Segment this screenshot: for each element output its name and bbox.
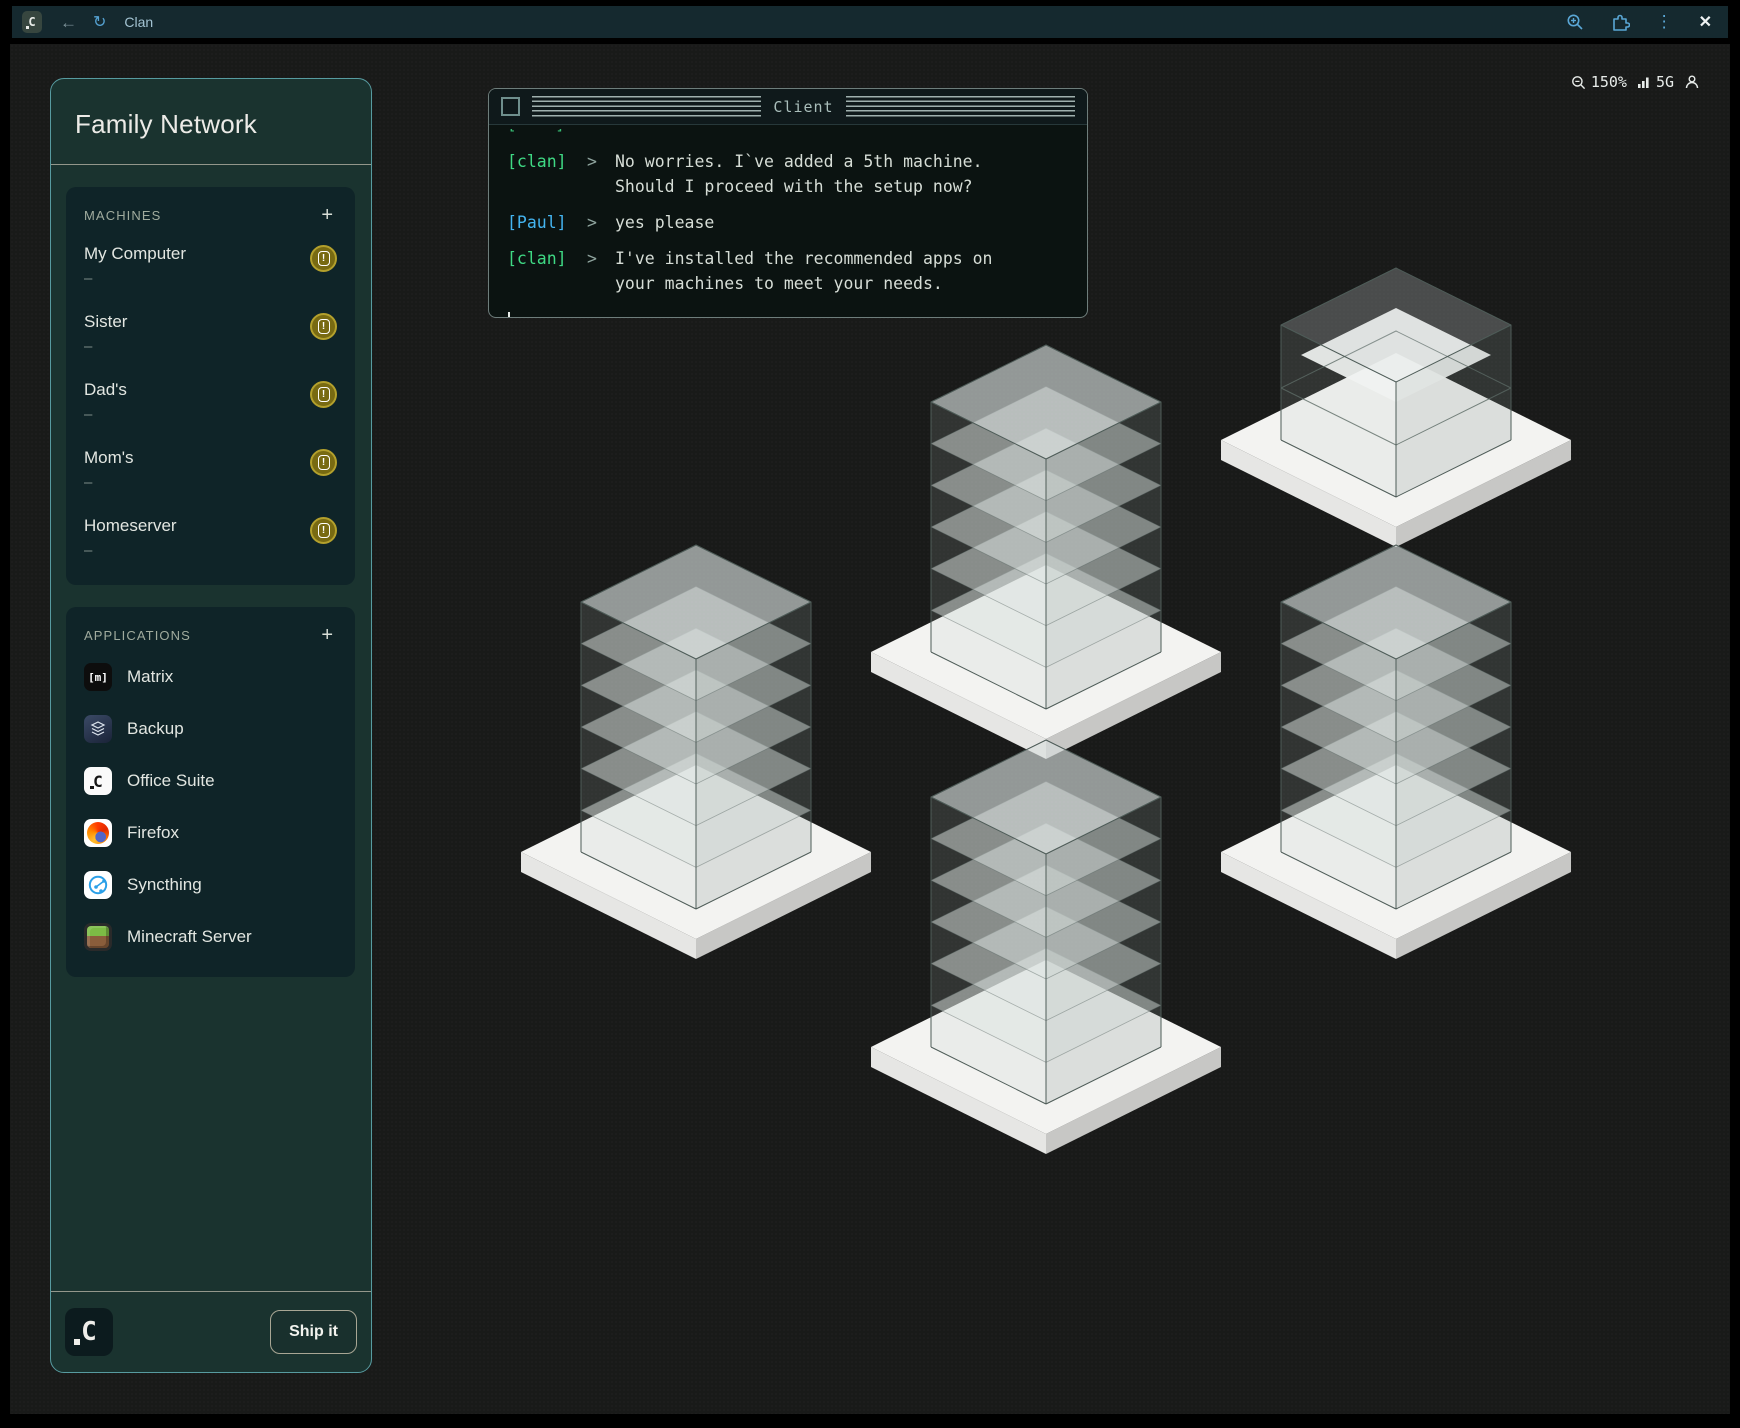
warning-badge-icon: ! bbox=[310, 245, 337, 272]
message-text: I've installed the recommended apps onyo… bbox=[615, 246, 993, 296]
machine-right-cube[interactable] bbox=[1216, 392, 1576, 997]
app-name: Backup bbox=[127, 719, 184, 739]
machine-status-text: – bbox=[84, 542, 177, 559]
zoom-level: 150% bbox=[1591, 73, 1627, 91]
client-terminal-window[interactable]: Client [clan] [clan] > No worries. I`ve … bbox=[488, 88, 1088, 318]
machine-row-sister[interactable]: Sister – ! bbox=[84, 299, 337, 367]
network-label: 5G bbox=[1656, 73, 1674, 91]
tab-title: Clan bbox=[124, 14, 153, 30]
zoom-icon[interactable] bbox=[1566, 13, 1584, 31]
syncthing-icon bbox=[84, 871, 112, 899]
back-icon[interactable]: ← bbox=[60, 14, 77, 31]
sender-label: [Paul] bbox=[507, 210, 569, 235]
chat-message: [clan] > I've installed the recommended … bbox=[507, 246, 1073, 296]
window-square-icon[interactable] bbox=[501, 97, 520, 116]
app-row-minecraft-server[interactable]: Minecraft Server bbox=[84, 911, 337, 963]
add-machine-button[interactable]: + bbox=[317, 203, 337, 227]
app-row-office-suite[interactable]: Office Suite bbox=[84, 755, 337, 807]
reload-icon[interactable]: ↻ bbox=[93, 12, 106, 32]
ship-it-button[interactable]: Ship it bbox=[270, 1310, 357, 1354]
status-row: 150% 5G bbox=[1571, 70, 1700, 94]
machine-name: My Computer bbox=[84, 244, 186, 264]
sidebar: Family Network MACHINES + My Computer – … bbox=[50, 78, 372, 1373]
app-name: Syncthing bbox=[127, 875, 202, 895]
sidebar-header: Family Network bbox=[51, 79, 371, 165]
machine-row-dads[interactable]: Dad's – ! bbox=[84, 367, 337, 435]
machine-status-text: – bbox=[84, 474, 134, 491]
terminal-cursor[interactable] bbox=[508, 312, 510, 318]
app-name: Office Suite bbox=[127, 771, 215, 791]
warning-badge-icon: ! bbox=[310, 517, 337, 544]
terminal-body[interactable]: [clan] [clan] > No worries. I`ve added a… bbox=[489, 125, 1087, 318]
machines-card: MACHINES + My Computer – ! Sister – ! Da… bbox=[66, 187, 355, 585]
app-name: Firefox bbox=[127, 823, 179, 843]
machine-status-text: – bbox=[84, 270, 186, 287]
machine-bottom-center-cube[interactable] bbox=[866, 587, 1226, 1192]
machine-status-text: – bbox=[84, 338, 127, 355]
titlebar-stripes bbox=[532, 96, 761, 117]
app-row-firefox[interactable]: Firefox bbox=[84, 807, 337, 859]
terminal-titlebar[interactable]: Client bbox=[489, 89, 1087, 125]
machine-status-text: – bbox=[84, 406, 127, 423]
page-title: Family Network bbox=[75, 109, 347, 140]
menu-kebab-icon[interactable]: ⋮ bbox=[1656, 12, 1673, 32]
applications-header: APPLICATIONS bbox=[84, 628, 191, 643]
sender-label: [clan] bbox=[507, 246, 569, 296]
office-suite-icon bbox=[84, 767, 112, 795]
signal-bars-icon bbox=[1637, 75, 1651, 89]
extensions-icon[interactable] bbox=[1610, 12, 1630, 32]
warning-badge-icon: ! bbox=[310, 313, 337, 340]
firefox-icon bbox=[84, 819, 112, 847]
clan-logo-icon bbox=[65, 1308, 113, 1356]
app-name: Minecraft Server bbox=[127, 927, 252, 947]
sidebar-footer: Ship it bbox=[51, 1291, 371, 1372]
machine-left-cube[interactable] bbox=[516, 392, 876, 997]
app-row-syncthing[interactable]: Syncthing bbox=[84, 859, 337, 911]
browser-chrome: ← ↻ Clan ⋮ ✕ bbox=[12, 6, 1728, 38]
prompt-arrow: > bbox=[569, 246, 615, 296]
warning-badge-icon: ! bbox=[310, 449, 337, 476]
warning-badge-icon: ! bbox=[310, 381, 337, 408]
chat-message: [Paul] > yes please bbox=[507, 210, 1073, 235]
sender-label: [clan] bbox=[507, 149, 569, 199]
prompt-arrow: > bbox=[569, 149, 615, 199]
terminal-title: Client bbox=[773, 98, 833, 116]
chat-message: [clan] > No worries. I`ve added a 5th ma… bbox=[507, 149, 1073, 199]
app-name: Matrix bbox=[127, 667, 173, 687]
person-icon[interactable] bbox=[1684, 74, 1700, 90]
machine-name: Homeserver bbox=[84, 516, 177, 536]
titlebar-stripes bbox=[846, 96, 1075, 117]
machine-row-moms[interactable]: Mom's – ! bbox=[84, 435, 337, 503]
magnifier-zoom-icon bbox=[1571, 75, 1586, 90]
add-application-button[interactable]: + bbox=[317, 623, 337, 647]
machine-name: Sister bbox=[84, 312, 127, 332]
machine-row-my-computer[interactable]: My Computer – ! bbox=[84, 231, 337, 299]
message-text: No worries. I`ve added a 5th machine.Sho… bbox=[615, 149, 983, 199]
app-row-matrix[interactable]: Matrix bbox=[84, 651, 337, 703]
close-icon[interactable]: ✕ bbox=[1699, 12, 1712, 32]
app-row-backup[interactable]: Backup bbox=[84, 703, 337, 755]
applications-card: APPLICATIONS + Matrix Backup Office Suit… bbox=[66, 607, 355, 977]
matrix-icon bbox=[84, 663, 112, 691]
message-text: yes please bbox=[615, 210, 714, 235]
machines-header: MACHINES bbox=[84, 208, 161, 223]
machine-name: Mom's bbox=[84, 448, 134, 468]
scrolled-message-sliver: [clan] bbox=[507, 129, 1073, 138]
machine-name: Dad's bbox=[84, 380, 127, 400]
machine-row-homeserver[interactable]: Homeserver – ! bbox=[84, 503, 337, 571]
clan-logo-icon bbox=[22, 11, 42, 33]
minecraft-icon bbox=[84, 923, 112, 951]
prompt-arrow: > bbox=[569, 210, 615, 235]
backup-icon bbox=[84, 715, 112, 743]
